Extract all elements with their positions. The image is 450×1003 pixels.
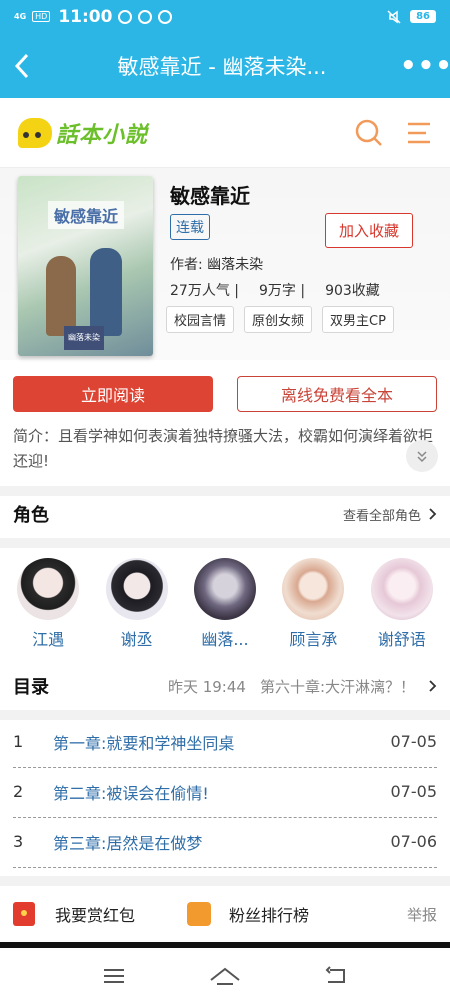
popularity-count: 27万人气 | [170,283,239,299]
chapter-number: 1 [13,732,24,751]
logo-icon [18,117,52,148]
back-nav-icon[interactable] [324,965,348,986]
tag[interactable]: 双男主CP [322,306,394,333]
chapter-title: 第三章:居然是在做梦 [53,833,203,853]
tag[interactable]: 校园言情 [166,306,235,333]
expand-icon[interactable] [406,440,438,472]
book-intro: 简介：且看学神如何表演着独特撩骚大法，校霸如何演绎着欲拒还迎! [13,427,434,470]
character-name: 顾言承 [289,630,338,649]
cover-title: 敏感靠近 [48,201,125,229]
notification-icon-2 [138,9,153,24]
menu-icon[interactable] [406,121,432,145]
chevron-right-icon [429,680,437,692]
chapter-date: 07-05 [390,782,438,801]
notification-icon [118,9,133,24]
character-item[interactable]: 谢舒语 [362,558,442,658]
toc-title: 目录 [13,677,49,698]
toc-latest-chapter: 第六十章:大汗淋漓？！ [259,677,415,696]
read-now-button[interactable]: 立即阅读 [13,376,213,412]
book-title: 敏感靠近 [170,184,250,208]
chapter-number: 2 [13,782,24,801]
avatar [105,558,168,620]
favorite-count: 903收藏 [325,283,380,299]
character-item[interactable]: 江遇 [8,558,88,658]
network-indicator: 4G [14,11,27,21]
back-icon[interactable] [0,33,44,98]
status-badge: 连载 [170,214,210,240]
roles-title: 角色 [13,505,49,526]
book-cover[interactable]: 敏感靠近 幽落未染 [18,176,153,356]
view-all-roles-link[interactable]: 查看全部角色 [343,505,437,524]
fans-ranking-link[interactable]: 粉丝排行榜 [229,902,309,926]
avatar [17,558,80,620]
chapter-row[interactable]: 1 第一章:就要和学神坐同桌 07-05 [13,716,437,768]
bottom-actions: 我要赏红包 粉丝排行榜 举报 [0,890,450,938]
book-stats: 27万人气 | 9万字 | 903收藏 [170,280,400,300]
red-packet-icon[interactable] [13,902,35,926]
status-bar: 4G HD 11:00 86 [0,0,450,33]
word-count: 9万字 | [258,283,306,299]
mute-icon [387,9,401,24]
character-name: 江遇 [32,630,65,649]
add-favorite-button[interactable]: 加入收藏 [325,213,413,248]
author-line[interactable]: 作者: 幽落未染 [170,254,263,274]
system-nav-bar [0,948,450,1003]
section-divider [0,538,450,548]
report-link[interactable]: 举报 [407,904,437,925]
character-name: 谢舒语 [377,630,426,649]
chapter-row[interactable]: 2 第二章:被误会在偷情! 07-05 [13,766,437,818]
cover-figure-2 [90,248,122,336]
chapter-date: 07-06 [390,832,438,851]
reward-link[interactable]: 我要赏红包 [55,902,135,926]
battery-indicator: 86 [410,10,436,23]
chevron-right-icon [429,508,437,520]
offline-read-button[interactable]: 离线免费看全本 [237,376,437,412]
logo-text: 話本小説 [56,122,149,148]
fans-ranking-icon[interactable] [187,902,212,926]
character-item[interactable]: 谢丞 [97,558,177,658]
notification-icon-3 [158,9,173,24]
avatar [193,558,256,620]
logo[interactable]: 話本小説 [18,117,148,149]
nav-bar: 敏感靠近 - 幽落未染... ••• [0,33,450,98]
home-icon[interactable] [209,966,241,986]
character-item[interactable]: 顾言承 [273,558,353,658]
app-header: 話本小説 [0,98,450,168]
chapter-title: 第一章:就要和学神坐同桌 [53,733,235,753]
clock: 11:00 [58,6,113,27]
book-info: 敏感靠近 幽落未染 敏感靠近 连载 加入收藏 作者: 幽落未染 27万人气 | … [0,168,450,360]
roles-header: 角色 查看全部角色 [0,490,450,538]
character-list: 江遇 谢丞 幽落... 顾言承 谢舒语 [0,558,450,658]
character-name: 幽落... [201,630,249,649]
toc-header[interactable]: 目录 昨天 19:44 第六十章:大汗淋漓？！ [0,662,450,710]
chapter-date: 07-05 [390,732,438,751]
character-item[interactable]: 幽落... [185,558,265,658]
chapter-title: 第二章:被误会在偷情! [53,783,209,803]
toc-updated-time: 昨天 19:44 [167,677,246,696]
toc-latest[interactable]: 昨天 19:44 第六十章:大汗淋漓？！ [168,676,437,697]
cover-author: 幽落未染 [64,326,104,350]
page-title: 敏感靠近 - 幽落未染... [117,54,327,79]
tag[interactable]: 原创女频 [244,306,313,333]
section-divider [0,876,450,886]
chapter-row[interactable]: 3 第三章:居然是在做梦 07-06 [13,816,437,868]
avatar [370,558,433,620]
search-icon[interactable] [354,118,384,148]
hd-indicator: HD [32,11,51,22]
cover-figure [46,256,76,336]
chapter-number: 3 [13,832,24,851]
character-name: 谢丞 [120,630,153,649]
tag-list: 校园言情 原创女频 双男主CP [166,306,394,333]
view-all-roles-label: 查看全部角色 [342,508,421,524]
recent-apps-icon[interactable] [102,967,126,985]
more-icon[interactable]: ••• [400,53,450,79]
avatar [282,558,345,620]
